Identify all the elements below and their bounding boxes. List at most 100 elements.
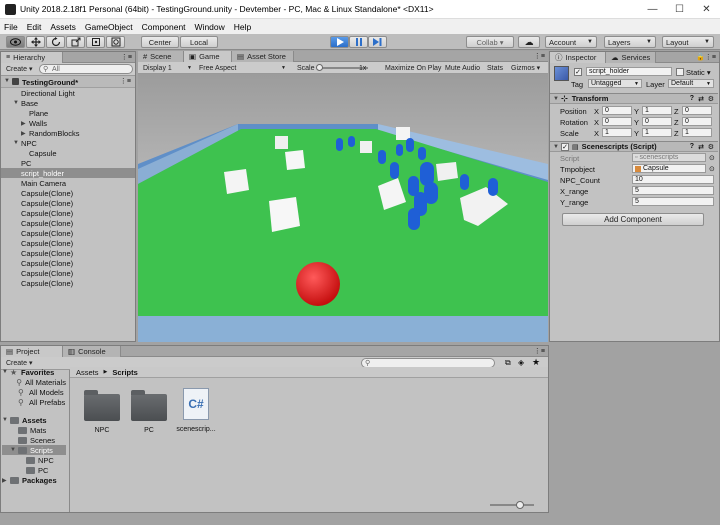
expand-arrow-icon[interactable]: ▼	[4, 78, 12, 84]
static-checkbox[interactable]	[676, 68, 684, 76]
favorite-item[interactable]: ⚲ All Prefabs	[2, 397, 66, 407]
tab-console[interactable]: ▥ Console	[63, 346, 121, 357]
account-dropdown[interactable]: Account ▼	[545, 36, 597, 48]
hierarchy-item[interactable]: Capsule(Clone)	[1, 258, 135, 268]
tab-asset-store[interactable]: ▤ Asset Store	[232, 51, 294, 62]
hierarchy-item[interactable]: Capsule(Clone)	[1, 188, 135, 198]
script-asset[interactable]: C# scenescrip...	[171, 388, 221, 433]
maximize-on-play-toggle[interactable]: Maximize On Play	[382, 63, 444, 73]
stats-toggle[interactable]: Stats	[484, 63, 506, 73]
favorite-item[interactable]: ⚲ All Materials	[2, 377, 66, 387]
tab-project[interactable]: ▤ Project	[1, 346, 63, 357]
hierarchy-item[interactable]: Capsule(Clone)	[1, 218, 135, 228]
hierarchy-item[interactable]: Capsule(Clone)	[1, 228, 135, 238]
expand-arrow-icon[interactable]: ▼	[10, 447, 18, 453]
expand-arrow-icon[interactable]: ▼	[13, 100, 21, 106]
tab-scene[interactable]: # Scene	[138, 51, 184, 62]
hierarchy-item[interactable]: Capsule(Clone)	[1, 238, 135, 248]
display-dropdown[interactable]: Display 1 ▼	[140, 63, 194, 73]
step-button[interactable]	[368, 36, 387, 48]
tab-services[interactable]: ☁ Services	[606, 52, 656, 63]
pivot-center-toggle[interactable]: Center	[141, 36, 179, 48]
panel-menu-icon[interactable]: ⋮≡	[121, 53, 132, 61]
filter-by-label-icon[interactable]: ◈	[518, 358, 524, 367]
panel-menu-icon[interactable]: ⋮≡	[705, 53, 716, 61]
folder-asset[interactable]: NPC	[77, 388, 127, 434]
assets-folder[interactable]: ▼ Assets	[2, 415, 66, 425]
scale-z-field[interactable]: 1	[682, 128, 712, 137]
gizmos-dropdown[interactable]: Gizmos ▾	[508, 63, 543, 73]
scale-x-field[interactable]: 1	[602, 128, 632, 137]
favorite-item[interactable]: ⚲ All Models	[2, 387, 66, 397]
pivot-local-toggle[interactable]: Local	[180, 36, 218, 48]
panel-menu-icon[interactable]: ⋮≡	[534, 347, 545, 355]
script-subfolder[interactable]: NPC	[2, 455, 66, 465]
hierarchy-item[interactable]: Main Camera	[1, 178, 135, 188]
hierarchy-item[interactable]: Directional Light	[1, 88, 135, 98]
object-name-field[interactable]: script_holder	[586, 67, 672, 76]
expand-arrow-icon[interactable]: ▼	[553, 144, 561, 150]
menu-component[interactable]: Component	[142, 22, 186, 32]
scenescripts-component-header[interactable]: ▼ ✓ ▤ Scenescripts (Script) ? ⇄ ⚙	[550, 141, 718, 152]
hierarchy-item[interactable]: Capsule(Clone)	[1, 208, 135, 218]
close-button[interactable]: ✕	[693, 0, 720, 19]
hierarchy-create-dropdown[interactable]: Create ▾	[3, 64, 35, 74]
active-checkbox[interactable]: ✓	[574, 68, 582, 76]
tab-inspector[interactable]: ⓘ Inspector	[550, 52, 606, 63]
hierarchy-item[interactable]: script_holder	[1, 168, 135, 178]
transform-component-header[interactable]: ▼ ⊹ Transform ? ⇄ ⚙	[550, 93, 718, 104]
expand-arrow-icon[interactable]: ▶	[21, 130, 29, 137]
hierarchy-item[interactable]: ▶ Walls	[1, 118, 135, 128]
hierarchy-item[interactable]: Capsule(Clone)	[1, 198, 135, 208]
expand-arrow-icon[interactable]: ▼	[2, 369, 10, 375]
asset-folder[interactable]: Scenes	[2, 435, 66, 445]
asset-folder[interactable]: ▼ Scripts	[2, 445, 66, 455]
tab-hierarchy[interactable]: ≡ Hierarchy	[1, 52, 63, 63]
rotate-tool-icon[interactable]	[46, 36, 65, 48]
asset-folder[interactable]: Mats	[2, 425, 66, 435]
tab-game[interactable]: ▣ Game	[184, 51, 232, 62]
hierarchy-item[interactable]: Plane	[1, 108, 135, 118]
rotation-x-field[interactable]: 0	[602, 117, 632, 126]
game-view-viewport[interactable]	[138, 74, 548, 342]
add-component-button[interactable]: Add Component	[562, 213, 704, 226]
icon-size-slider-track[interactable]	[490, 501, 534, 509]
hierarchy-item[interactable]: Capsule(Clone)	[1, 268, 135, 278]
hierarchy-search-input[interactable]: ⚲ All	[39, 64, 133, 74]
minimize-button[interactable]: —	[639, 0, 666, 19]
expand-arrow-icon[interactable]: ▼	[2, 417, 10, 423]
preset-icon[interactable]: ⇄	[698, 95, 704, 103]
position-x-field[interactable]: 0	[602, 106, 632, 115]
play-button[interactable]	[330, 36, 349, 48]
hierarchy-item[interactable]: ▼ Base	[1, 98, 135, 108]
menu-window[interactable]: Window	[195, 22, 225, 32]
icon-size-slider-handle[interactable]	[516, 501, 524, 509]
rect-tool-icon[interactable]	[86, 36, 105, 48]
expand-arrow-icon[interactable]: ▶	[2, 477, 10, 484]
breadcrumb-scripts[interactable]: Scripts	[112, 368, 137, 377]
npc-count-field[interactable]: 10	[632, 175, 714, 184]
breadcrumb-assets[interactable]: Assets	[76, 368, 99, 377]
cloud-button[interactable]: ☁	[518, 36, 540, 48]
rotation-z-field[interactable]: 0	[682, 117, 712, 126]
menu-help[interactable]: Help	[234, 22, 251, 32]
hierarchy-item[interactable]: ▼ NPC	[1, 138, 135, 148]
scene-menu-icon[interactable]: ⋮≡	[120, 77, 131, 85]
move-tool-icon[interactable]	[26, 36, 45, 48]
hierarchy-item[interactable]: Capsule(Clone)	[1, 248, 135, 258]
preset-icon[interactable]: ⇄	[698, 143, 704, 151]
menu-gameobject[interactable]: GameObject	[85, 22, 133, 32]
tmpobject-field[interactable]: Capsule	[632, 164, 706, 173]
hierarchy-item[interactable]: Capsule(Clone)	[1, 278, 135, 288]
object-picker-icon[interactable]: ⊙	[709, 165, 715, 173]
gear-icon[interactable]: ⚙	[708, 95, 714, 103]
x-range-field[interactable]: 5	[632, 186, 714, 195]
help-icon[interactable]: ?	[690, 143, 694, 150]
menu-file[interactable]: File	[4, 22, 18, 32]
menu-edit[interactable]: Edit	[27, 22, 42, 32]
scene-header-row[interactable]: ▼ TestingGround* ⋮≡	[1, 76, 135, 88]
position-z-field[interactable]: 0	[682, 106, 712, 115]
maximize-button[interactable]: ☐	[666, 0, 693, 19]
static-dropdown[interactable]: Static ▾	[686, 68, 711, 77]
script-subfolder[interactable]: PC	[2, 465, 66, 475]
